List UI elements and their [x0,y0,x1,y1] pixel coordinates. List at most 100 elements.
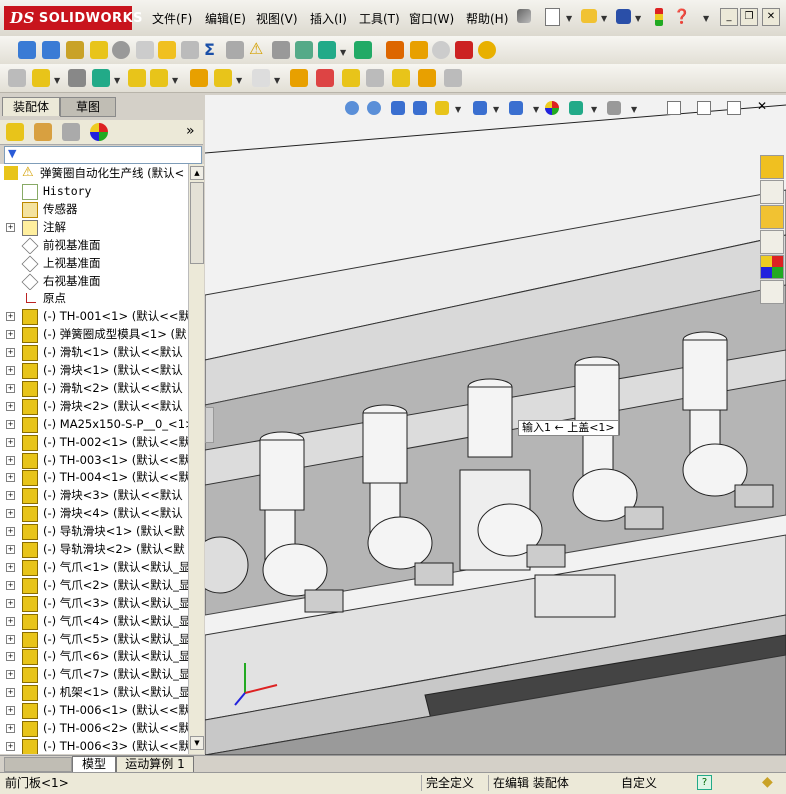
restore-button[interactable]: ❐ [740,8,758,26]
expand-plus-icon[interactable]: + [6,509,15,519]
menu-edit[interactable]: 编辑(E) [205,10,246,27]
expand-plus-icon[interactable]: + [6,348,15,358]
expand-plus-icon[interactable]: + [6,222,15,232]
expand-plus-icon[interactable]: + [6,670,15,680]
split-view-icon[interactable] [667,101,681,115]
tree-item-part[interactable]: + (-) 滑块<3> (默认<<默认 [0,486,188,505]
scroll-down-icon[interactable]: ▼ [190,736,204,750]
tree-item-asm[interactable]: + (-) 气爪<5> (默认<默认_显 [0,630,188,648]
tree-item-asm[interactable]: + (-) 导轨滑块<2> (默认<默 [0,540,188,558]
menu-view[interactable]: 视图(V) [256,10,298,27]
tree-item-asm[interactable]: + (-) 气爪<1> (默认<默认_显 [0,558,188,576]
expand-plus-icon[interactable]: + [6,437,15,447]
chevron-down-icon[interactable]: ▼ [566,14,572,23]
expand-plus-icon[interactable]: + [6,724,15,733]
expand-plus-icon[interactable]: + [6,419,15,429]
tree-item-asm[interactable]: + (-) 气爪<2> (默认<默认_显 [0,576,188,594]
tree-item-annotation[interactable]: + 注解 [0,218,188,236]
expand-plus-icon[interactable]: + [6,562,15,572]
spelling-check-icon[interactable] [18,41,36,59]
chevron-down-icon[interactable]: ▼ [114,76,120,85]
expand-plus-icon[interactable]: + [6,312,15,322]
panel-collapse-handle[interactable] [205,407,214,443]
expand-plus-icon[interactable]: + [6,598,15,608]
menu-window[interactable]: 窗口(W) [409,10,454,27]
new-motion-study-icon[interactable] [290,69,308,87]
dynamic-annotation-icon[interactable] [435,101,449,115]
chevron-down-icon[interactable]: ▼ [635,14,641,23]
check-icon[interactable] [158,41,176,59]
tree-item-part[interactable]: + (-) TH-001<1> (默认<<默认 [0,307,188,326]
status-units[interactable]: 自定义 [617,775,681,791]
chevron-down-icon[interactable]: ▼ [533,105,539,114]
gauge-icon[interactable] [112,41,130,59]
hole-align-icon[interactable] [295,41,313,59]
tree-item-part[interactable]: + (-) 滑块<1> (默认<<默认 [0,361,188,379]
expand-plus-icon[interactable]: + [6,455,15,465]
chevron-down-icon[interactable]: ▼ [236,76,242,85]
chevron-down-icon[interactable]: ▼ [493,105,499,114]
menu-tools[interactable]: 工具(T) [359,10,400,27]
chevron-down-icon[interactable]: ▼ [340,48,346,57]
tab-model[interactable]: 模型 [72,756,116,773]
expand-plus-icon[interactable]: + [6,366,15,375]
smart-fasteners-icon[interactable] [128,69,146,87]
tree-item-plane[interactable]: 前视基准面 [0,236,188,254]
tree-item-sensor[interactable]: 传感器 [0,200,188,218]
tab-sketch[interactable]: 草图 [60,97,116,117]
tree-item-part[interactable]: + (-) TH-003<1> (默认<<默认 [0,451,188,469]
open-folder-icon[interactable] [581,9,597,23]
speedpak-icon[interactable] [418,69,436,87]
paperclip-icon[interactable] [68,69,86,87]
assembly-features-icon[interactable] [214,69,232,87]
tree-item-part[interactable]: + (-) 弹簧圈成型模具<1> (默 [0,325,188,344]
chevron-down-icon[interactable]: ▼ [703,14,709,23]
tree-item-history[interactable]: History [0,182,188,200]
expand-plus-icon[interactable]: + [6,473,15,483]
expand-plus-icon[interactable]: + [6,383,15,393]
view-palette-icon[interactable] [760,230,784,254]
interference-icon[interactable] [226,41,244,59]
warning-icon[interactable]: ⚠ [249,39,263,58]
tree-item-part[interactable]: + (-) MA25x150-S-P__0_<1> [0,415,188,433]
bill-of-materials-icon[interactable] [316,69,334,87]
appearance-icon[interactable] [478,41,496,59]
scroll-thumb[interactable] [190,182,204,264]
tree-vertical-scrollbar[interactable]: ▲ ▼ [188,164,204,754]
menu-file[interactable]: 文件(F) [152,10,192,27]
chevron-down-icon[interactable]: ▼ [455,105,461,114]
tree-item-asm[interactable]: + (-) 气爪<7> (默认<默认_显 [0,665,188,684]
view-settings-icon[interactable] [607,101,621,115]
pin-icon[interactable] [517,9,531,23]
scroll-up-icon[interactable]: ▲ [190,166,204,180]
balance-icon[interactable] [66,41,84,59]
explode-line-icon[interactable] [366,69,384,87]
tree-item-asm[interactable]: + (-) 机架<1> (默认<默认_显 [0,683,188,702]
tree-item-plane[interactable]: 上视基准面 [0,254,188,272]
gears-icon[interactable] [410,41,428,59]
compare-icon[interactable] [354,41,372,59]
tab-motion-study[interactable]: 运动算例 1 [116,756,194,773]
clearance-icon[interactable] [272,41,290,59]
chevron-down-icon[interactable]: ▼ [54,76,60,85]
appearances-icon[interactable] [760,255,784,279]
file-explorer-icon[interactable] [760,205,784,229]
tag-icon[interactable]: ◆ [762,774,773,790]
graphics-viewport[interactable]: ▼ ▼ ▼ ▼ ▼ ✕ 输入1 ← 上盖<1> [205,95,786,755]
new-document-icon[interactable] [545,8,560,26]
apply-scene-icon[interactable] [569,101,583,115]
tab-scroll-buttons[interactable] [4,757,72,772]
solid-color-icon[interactable] [455,41,473,59]
expand-plus-icon[interactable]: + [6,401,15,411]
insert-component-icon[interactable] [8,69,26,87]
menu-insert[interactable]: 插入(I) [310,10,347,27]
tree-item-plane[interactable]: 右视基准面 [0,272,188,290]
configurationmanager-icon[interactable] [62,123,80,141]
propertymanager-icon[interactable] [34,123,52,141]
tree-item-asm[interactable]: + (-) 导轨滑块<1> (默认<默 [0,522,188,541]
close-button[interactable]: ✕ [762,8,780,26]
expand-plus-icon[interactable]: + [6,741,15,751]
chevron-down-icon[interactable]: ▼ [601,14,607,23]
expand-plus-icon[interactable]: + [6,545,15,554]
viewport-close-icon[interactable]: ✕ [757,99,767,113]
